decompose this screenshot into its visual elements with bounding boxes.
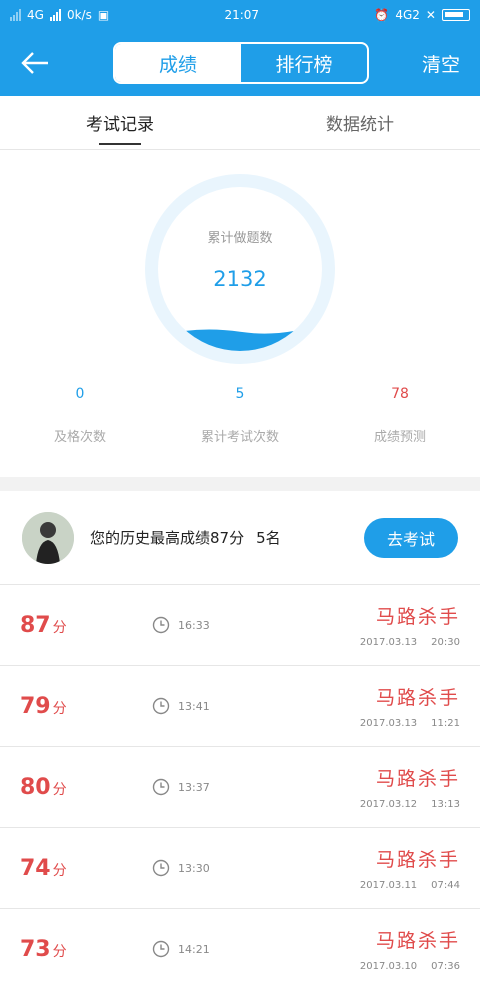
clock-icon: [152, 940, 170, 958]
app-header: 成绩 排行榜 清空: [0, 30, 480, 96]
record-date: 2017.03.13 20:30: [359, 637, 460, 648]
segment-ranking[interactable]: 排行榜: [241, 44, 367, 82]
record-duration: 13:37: [152, 778, 360, 796]
best-score-row: 您的历史最高成绩87分 5名 去考试: [0, 491, 480, 585]
stat-label: 成绩预测: [373, 430, 426, 445]
alarm-icon: ⏰: [374, 8, 390, 22]
clock-icon: [152, 616, 170, 634]
status-bar: 4G 0k/s ▣ 21:07 ⏰ 4G2 ✕: [0, 0, 480, 30]
best-rank: 5名: [256, 529, 281, 547]
speed-label: 0k/s: [66, 8, 92, 22]
record-duration: 14:21: [152, 940, 360, 958]
back-arrow-icon: [21, 52, 48, 74]
network-right-label: 4G2: [395, 8, 420, 22]
record-row[interactable]: 80 分 13:37 马路杀手 2017.03.12 13:13: [0, 747, 480, 828]
best-score-text: 您的历史最高成绩87分 5名: [90, 527, 364, 548]
clear-button[interactable]: 清空: [422, 50, 460, 77]
record-title: 马路杀手: [375, 930, 460, 952]
record-score: 79 分: [20, 693, 67, 719]
signal-icon: [10, 9, 21, 21]
record-title: 马路杀手: [375, 849, 460, 871]
gauge: 累计做题数 2132: [158, 187, 322, 351]
signal-strong-icon: [49, 9, 61, 21]
record-score: 87 分: [20, 612, 67, 638]
clock-icon: [152, 778, 170, 796]
record-list: 87 分 16:33 马路杀手 2017.03.13 20:30 79 分 13:41…: [0, 585, 480, 987]
battery-icon: [441, 9, 470, 21]
gauge-value: 2132: [213, 267, 267, 291]
tab-bar: 考试记录 数据统计: [0, 96, 480, 150]
clock-icon: [152, 859, 170, 877]
segment-control: 成绩 排行榜: [112, 42, 369, 84]
mute-icon: ✕: [425, 8, 436, 22]
record-row[interactable]: 79 分 13:41 马路杀手 2017.03.13 11:21: [0, 666, 480, 747]
back-button[interactable]: [20, 43, 60, 83]
segment-scores[interactable]: 成绩: [114, 44, 241, 82]
record-date: 2017.03.11 07:44: [359, 880, 460, 891]
record-score: 80 分: [20, 774, 67, 800]
stat-value: 0: [75, 386, 85, 402]
stat-label: 累计考试次数: [200, 430, 279, 445]
start-exam-button[interactable]: 去考试: [364, 517, 458, 558]
stats-panel: 累计做题数 2132 0 及格次数 5 累计考试次数 78 成绩预测: [0, 150, 480, 477]
record-row[interactable]: 87 分 16:33 马路杀手 2017.03.13 20:30: [0, 585, 480, 666]
record-duration: 13:30: [152, 859, 360, 877]
clock-icon: [152, 697, 170, 715]
record-title: 马路杀手: [375, 606, 460, 628]
network-label: 4G: [27, 8, 44, 22]
gauge-label: 累计做题数: [207, 231, 273, 246]
notification-icon: ▣: [97, 8, 110, 22]
record-duration: 13:41: [152, 697, 360, 715]
record-title: 马路杀手: [375, 768, 460, 790]
record-duration: 16:33: [152, 616, 360, 634]
stat-exam-count: 5 累计考试次数: [160, 386, 320, 445]
record-row[interactable]: 74 分 13:30 马路杀手 2017.03.11 07:44: [0, 828, 480, 909]
clock: 21:07: [224, 8, 260, 22]
record-date: 2017.03.13 11:21: [359, 718, 460, 729]
record-row[interactable]: 73 分 14:21 马路杀手 2017.03.10 07:36: [0, 909, 480, 987]
best-score-label: 您的历史最高成绩87分: [90, 529, 245, 547]
stat-value: 5: [235, 386, 245, 402]
record-title: 马路杀手: [375, 687, 460, 709]
record-date: 2017.03.10 07:36: [359, 961, 460, 972]
tab-data-stats[interactable]: 数据统计: [240, 96, 480, 149]
section-divider: [0, 477, 480, 491]
record-score: 74 分: [20, 855, 67, 881]
record-date: 2017.03.12 13:13: [359, 799, 460, 810]
stat-value: 78: [391, 386, 409, 402]
avatar-image: [22, 511, 74, 564]
stats-row: 0 及格次数 5 累计考试次数 78 成绩预测: [0, 386, 480, 445]
stat-label: 及格次数: [53, 430, 106, 445]
tab-exam-records[interactable]: 考试记录: [0, 96, 240, 149]
record-score: 73 分: [20, 936, 67, 962]
avatar: [22, 511, 74, 564]
stat-pass-count: 0 及格次数: [0, 386, 160, 445]
stat-score-prediction: 78 成绩预测: [320, 386, 480, 445]
